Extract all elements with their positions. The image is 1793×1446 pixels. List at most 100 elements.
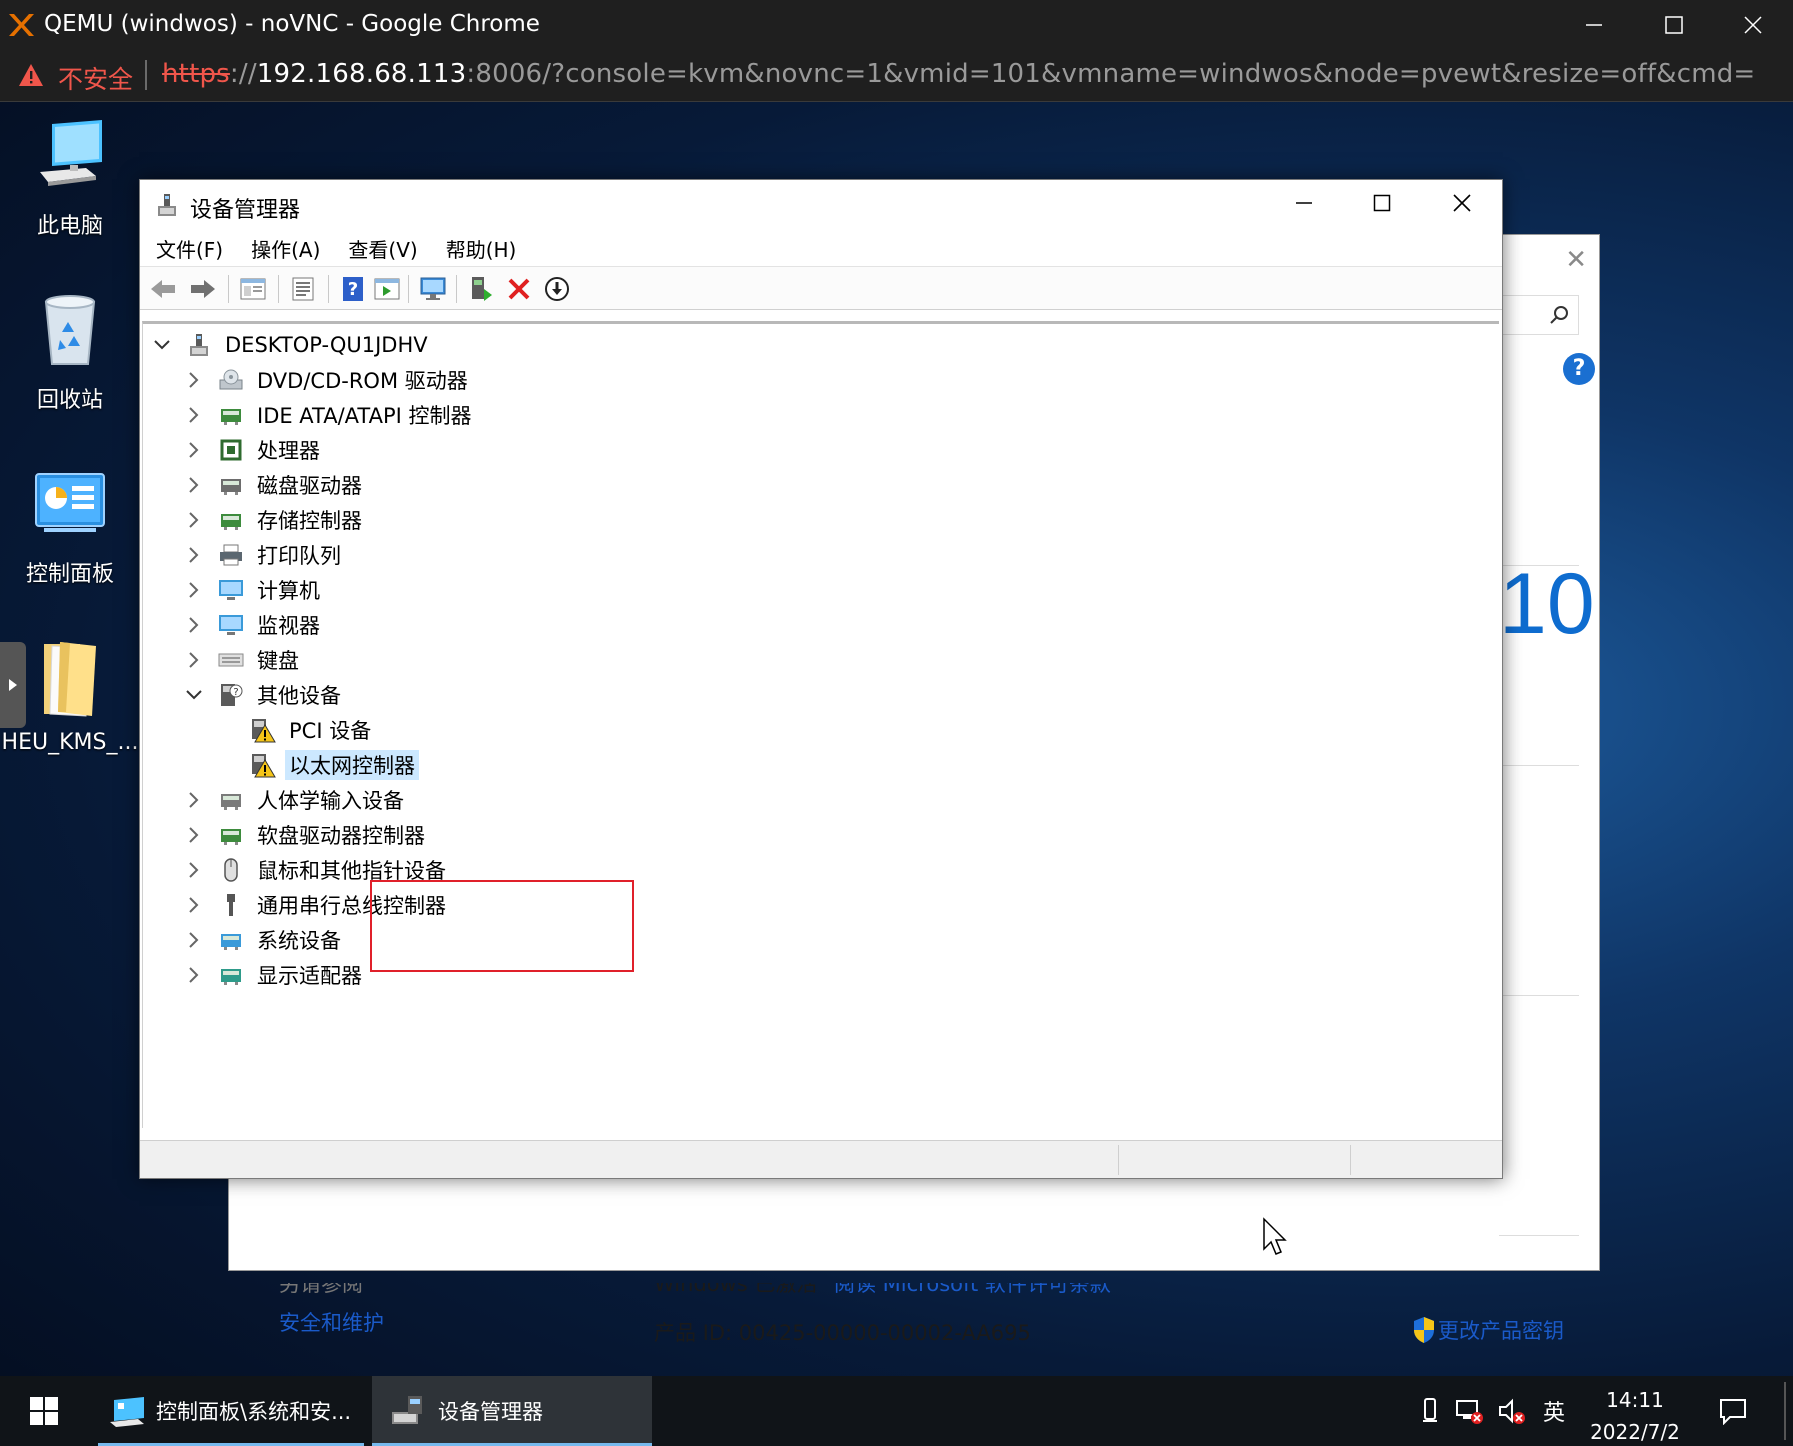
tree-category-item[interactable]: IDE ATA/ATAPI 控制器 bbox=[183, 398, 476, 431]
tree-category-label: 其他设备 bbox=[257, 683, 341, 708]
maximize-icon bbox=[1665, 16, 1683, 34]
help-icon[interactable]: ? bbox=[1563, 353, 1595, 385]
tree-category-label: 存储控制器 bbox=[257, 508, 362, 533]
show-desktop-button[interactable] bbox=[1784, 1382, 1786, 1440]
menu-action[interactable]: 操作(A) bbox=[251, 230, 320, 264]
properties-button[interactable] bbox=[288, 274, 318, 304]
chevron-right-icon[interactable] bbox=[183, 859, 205, 881]
display-adapter-icon bbox=[217, 961, 245, 989]
maximize-button[interactable] bbox=[1343, 180, 1421, 226]
unknown-device-icon: ? bbox=[217, 681, 245, 709]
tree-category-item[interactable]: 处理器 bbox=[183, 433, 324, 466]
update-driver-button[interactable] bbox=[466, 274, 496, 304]
chevron-right-icon[interactable] bbox=[183, 544, 205, 566]
network-disconnected-icon[interactable] bbox=[1455, 1396, 1485, 1426]
minimize-button[interactable] bbox=[1265, 180, 1343, 226]
show-hide-console-tree-button[interactable] bbox=[238, 274, 268, 304]
tree-category-item[interactable]: 显示适配器 bbox=[183, 958, 366, 991]
chevron-right-icon[interactable] bbox=[183, 579, 205, 601]
tree-category-item[interactable]: ? 其他设备 bbox=[183, 678, 345, 711]
tree-category-item[interactable]: 存储控制器 bbox=[183, 503, 366, 536]
toolbar-separator bbox=[456, 275, 457, 303]
notification-center-icon[interactable] bbox=[1718, 1396, 1748, 1426]
warning-device-icon bbox=[249, 716, 277, 744]
chevron-right-icon[interactable] bbox=[183, 964, 205, 986]
chevron-right-icon[interactable] bbox=[183, 789, 205, 811]
device-manager-title-bar[interactable]: 设备管理器 bbox=[140, 180, 1502, 230]
url-text[interactable]: https://192.168.68.113:8006/?console=kvm… bbox=[162, 59, 1755, 89]
tree-category-item[interactable]: 打印队列 bbox=[183, 538, 345, 571]
vm-desktop[interactable]: 此电脑 回收站 控制面板 HEU_KMS_... ✕ ? 10 另请参阅 Win… bbox=[0, 102, 1793, 1446]
monitor-icon bbox=[217, 611, 245, 639]
license-terms-link[interactable]: 阅读 Microsoft 软件许可条款 bbox=[834, 1283, 1111, 1298]
change-product-key-label: 更改产品密钥 bbox=[1438, 1319, 1564, 1343]
browser-maximize-button[interactable] bbox=[1634, 0, 1714, 50]
update-driver-icon bbox=[472, 277, 492, 301]
search-box[interactable] bbox=[1499, 295, 1579, 335]
chevron-right-icon[interactable] bbox=[183, 894, 205, 916]
url-path: :8006/?console=kvm&novnc=1&vmid=101&vmna… bbox=[466, 59, 1756, 89]
windows-logo-icon bbox=[30, 1397, 58, 1425]
tree-root[interactable]: DESKTOP-QU1JDHV bbox=[151, 328, 432, 361]
address-bar[interactable]: 不安全 https://192.168.68.113:8006/?console… bbox=[0, 50, 1793, 102]
security-maintenance-link[interactable]: 安全和维护 bbox=[279, 1307, 384, 1337]
chevron-right-icon[interactable] bbox=[183, 439, 205, 461]
tree-category-item[interactable]: 计算机 bbox=[183, 573, 324, 606]
run-button[interactable] bbox=[372, 274, 402, 304]
tree-device-item[interactable]: PCI 设备 bbox=[249, 713, 375, 746]
menu-help[interactable]: 帮助(H) bbox=[446, 230, 517, 264]
chevron-right-icon[interactable] bbox=[183, 929, 205, 951]
chevron-right-icon[interactable] bbox=[183, 824, 205, 846]
chevron-right-icon[interactable] bbox=[183, 369, 205, 391]
ime-indicator[interactable]: 英 bbox=[1539, 1396, 1569, 1426]
tree-category-item[interactable]: 磁盘驱动器 bbox=[183, 468, 366, 501]
desktop-icon-this-pc[interactable]: 此电脑 bbox=[0, 116, 140, 240]
close-button[interactable] bbox=[1423, 180, 1501, 226]
device-manager-window[interactable]: 设备管理器 文件(F) 操作(A) 查看(V) 帮助(H) ? DESKTOP-… bbox=[139, 179, 1503, 1179]
forward-button[interactable] bbox=[188, 274, 218, 304]
shield-icon bbox=[1414, 1317, 1434, 1343]
arrow-right-icon bbox=[191, 280, 215, 298]
desktop-icon-control-panel[interactable]: 控制面板 bbox=[0, 464, 140, 588]
taskbar-item-control-panel[interactable]: 控制面板\系统和安... bbox=[98, 1376, 364, 1446]
mouse-cursor-icon bbox=[1263, 1217, 1287, 1255]
desktop-icon-label: 回收站 bbox=[36, 388, 103, 413]
divider bbox=[1499, 565, 1579, 566]
chevron-right-icon[interactable] bbox=[183, 474, 205, 496]
menu-view[interactable]: 查看(V) bbox=[348, 230, 417, 264]
close-icon[interactable]: ✕ bbox=[1565, 245, 1587, 275]
scan-hardware-button[interactable] bbox=[418, 274, 448, 304]
chevron-right-icon[interactable] bbox=[183, 649, 205, 671]
chevron-right-icon[interactable] bbox=[183, 614, 205, 636]
chevron-down-icon[interactable] bbox=[183, 684, 205, 706]
browser-close-button[interactable] bbox=[1713, 0, 1793, 50]
disable-device-button[interactable] bbox=[542, 274, 572, 304]
start-button[interactable] bbox=[0, 1376, 88, 1446]
desktop-icon-recycle-bin[interactable]: 回收站 bbox=[0, 290, 140, 414]
tree-category-item[interactable]: 软盘驱动器控制器 bbox=[183, 818, 429, 851]
chevron-right-icon[interactable] bbox=[183, 404, 205, 426]
help-button[interactable]: ? bbox=[338, 274, 368, 304]
clock[interactable]: 14:11 2022/7/2 bbox=[1580, 1384, 1690, 1446]
uninstall-button[interactable] bbox=[504, 274, 534, 304]
device-tree[interactable]: DESKTOP-QU1JDHV DVD/CD-ROM 驱动器 IDE ATA/AT… bbox=[142, 321, 1499, 1128]
tree-category-item[interactable]: 人体学输入设备 bbox=[183, 783, 408, 816]
chevron-down-icon[interactable] bbox=[151, 334, 173, 356]
usb-icon bbox=[217, 891, 245, 919]
chevron-right-icon[interactable] bbox=[183, 509, 205, 531]
tree-device-item[interactable]: 以太网控制器 bbox=[249, 748, 419, 781]
back-button[interactable] bbox=[148, 274, 178, 304]
novnc-sidebar-handle[interactable] bbox=[0, 642, 26, 728]
tree-category-label: 软盘驱动器控制器 bbox=[257, 823, 425, 848]
change-product-key-link[interactable]: 更改产品密钥 bbox=[1412, 1315, 1564, 1345]
taskbar-item-device-manager[interactable]: 设备管理器 bbox=[372, 1376, 652, 1446]
browser-minimize-button[interactable] bbox=[1554, 0, 1634, 50]
tree-category-item[interactable]: 系统设备 bbox=[183, 923, 345, 956]
menu-file[interactable]: 文件(F) bbox=[156, 230, 223, 264]
tree-category-item[interactable]: DVD/CD-ROM 驱动器 bbox=[183, 363, 472, 396]
tree-category-item[interactable]: 监视器 bbox=[183, 608, 324, 641]
usb-eject-icon[interactable] bbox=[1415, 1396, 1445, 1426]
tree-category-item[interactable]: 键盘 bbox=[183, 643, 303, 676]
volume-muted-icon[interactable] bbox=[1497, 1396, 1527, 1426]
not-secure-label[interactable]: 不安全 bbox=[58, 60, 133, 96]
